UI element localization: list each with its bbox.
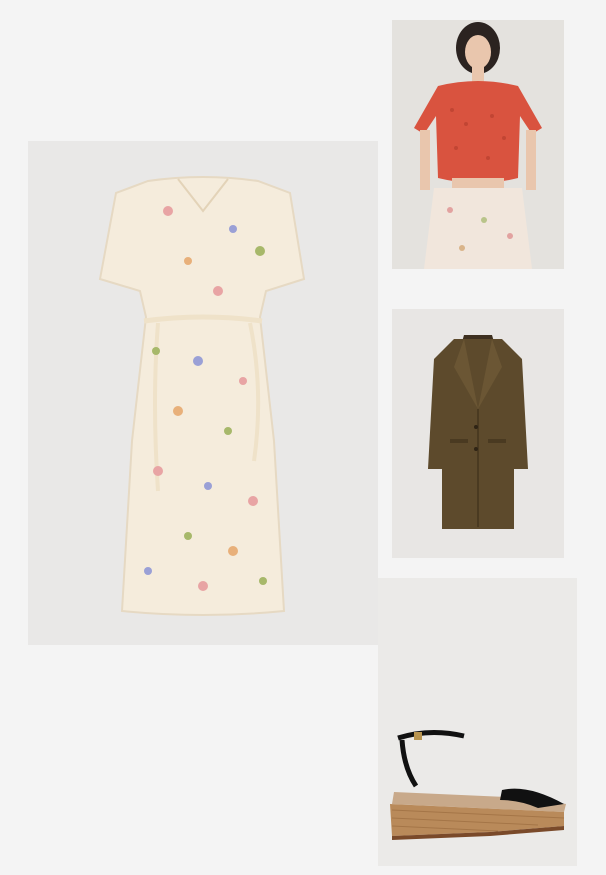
outfit-collage: { "collage": { "background": "#f4f4f4", … [0, 0, 606, 875]
espadrille-wedge-sandal-image [390, 729, 566, 840]
product-tile-top[interactable] [392, 20, 564, 269]
floral-dress-image [98, 176, 306, 616]
product-tile-coat[interactable] [392, 309, 564, 558]
crochet-cardigan-image [414, 22, 542, 269]
tweed-coat-image [428, 335, 528, 529]
product-tile-sandal[interactable] [378, 578, 577, 866]
product-tile-dress[interactable] [28, 141, 378, 645]
